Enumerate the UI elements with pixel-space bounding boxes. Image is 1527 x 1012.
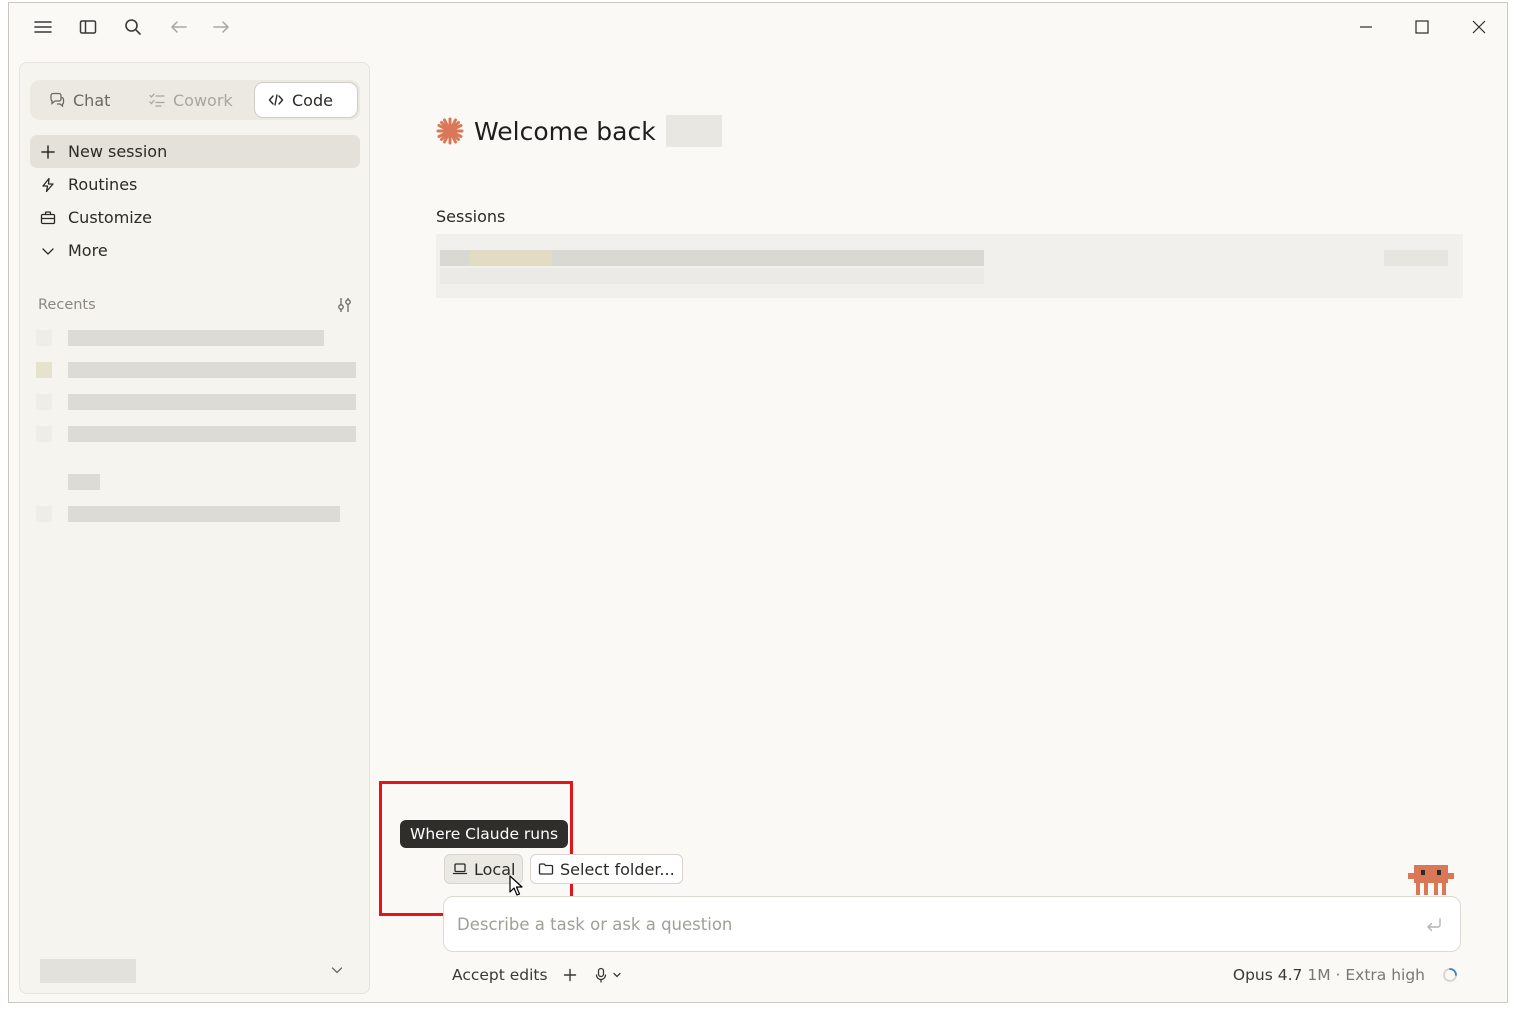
list-item[interactable] [36,426,356,442]
microphone-button[interactable] [594,966,630,984]
sidebar-item-label: Customize [68,208,152,227]
welcome-heading: Welcome back [436,115,722,147]
mouse-cursor-icon [509,875,525,897]
sessions-title: Sessions [436,207,506,226]
briefcase-icon [40,210,56,226]
close-icon[interactable] [1465,13,1493,41]
search-icon[interactable] [121,15,145,39]
list-item[interactable] [36,506,356,522]
avatar [40,959,136,983]
plus-icon[interactable] [561,966,579,984]
tab-cowork-label: Cowork [173,90,233,110]
select-folder-button[interactable]: Select folder... [530,854,683,884]
sidebar-item-new-session[interactable]: New session [30,135,360,168]
chat-bubbles-icon [48,91,66,109]
tab-cowork[interactable]: Cowork [136,82,245,118]
code-brackets-icon [267,91,285,109]
redacted-username [665,115,722,147]
title-bar [9,3,1507,49]
main-panel: Welcome back Sessions Where Claude runs … [371,49,1508,1004]
sidebar-item-label: Routines [68,175,138,194]
model-name: Opus 4.7 [1232,966,1303,984]
list-item[interactable] [36,330,356,346]
accept-edits-button[interactable]: Accept edits [452,966,548,984]
sidebar-item-routines[interactable]: Routines [30,168,360,201]
claude-starburst-icon [436,117,464,145]
model-selector[interactable]: Opus 4.7 1M · Extra high [1233,966,1425,984]
pixel-crab-mascot-icon [1408,865,1454,897]
tab-code[interactable]: Code [254,82,358,118]
minimize-icon[interactable] [1352,13,1380,41]
list-item[interactable] [36,474,356,490]
sidebar-item-label: More [68,241,108,260]
composer-toolbar: Accept edits Opus 4.7 1M · Extra high [443,964,1463,988]
checklist-icon [148,91,166,109]
arrow-right-icon[interactable] [209,15,233,39]
chevron-down-icon [330,963,344,977]
prompt-input[interactable] [457,911,1397,937]
tooltip: Where Claude runs [400,820,569,848]
tab-code-label: Code [292,90,333,110]
lightning-icon [40,177,56,193]
chevron-down-icon [40,243,56,259]
plus-icon [40,144,56,160]
arrow-left-icon[interactable] [167,15,191,39]
sidebar: Chat Cowork Code New session Routines Cu… [19,62,370,994]
sidebar-item-more[interactable]: More [30,234,360,267]
folder-icon [538,861,554,877]
model-detail: 1M · Extra high [1307,966,1425,984]
select-folder-label: Select folder... [560,859,675,879]
table-row[interactable] [436,234,1463,298]
microphone-icon [594,967,608,983]
recents-label: Recents [38,297,96,313]
laptop-icon [452,861,468,877]
account-footer[interactable] [34,955,354,987]
list-item[interactable] [36,394,356,410]
sliders-icon[interactable] [336,296,354,314]
sidebar-item-customize[interactable]: Customize [30,201,360,234]
list-item[interactable] [36,362,356,378]
sidebar-toggle-icon[interactable] [76,15,100,39]
mode-switcher: Chat Cowork Code [30,80,360,120]
sidebar-item-label: New session [68,142,168,161]
tab-chat[interactable]: Chat [36,82,122,118]
welcome-text: Welcome back [474,116,656,146]
chevron-down-icon [612,970,622,980]
maximize-icon[interactable] [1408,13,1436,41]
tab-chat-label: Chat [73,90,111,110]
app-window: Chat Cowork Code New session Routines Cu… [8,2,1508,1003]
spinner-icon [1441,966,1459,984]
recents-header: Recents [38,295,354,315]
prompt-composer [443,896,1461,952]
enter-return-icon[interactable] [1424,915,1444,935]
sidebar-nav: New session Routines Customize More [30,135,360,267]
hamburger-icon[interactable] [31,15,55,39]
